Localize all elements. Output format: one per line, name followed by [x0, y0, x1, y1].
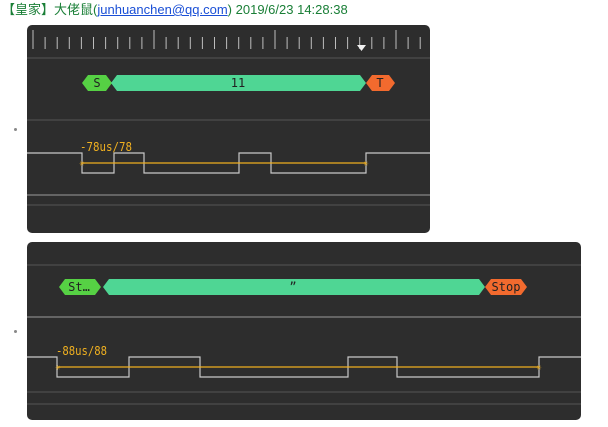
message-header: 【皇家】大佬鼠(junhuanchen@qq.com) 2019/6/23 14… — [2, 2, 348, 17]
frame-start-label: S — [93, 76, 100, 90]
cursor-start-mark: ✳ — [79, 159, 85, 169]
frame-data-value: ” — [289, 280, 296, 294]
frame-stop-label: T — [376, 76, 383, 90]
timing-measurement-label: -88us/88 — [56, 344, 107, 358]
frame-start-label: St… — [68, 280, 90, 294]
trigger-marker-icon — [357, 45, 366, 51]
cursor-start-mark: ✳ — [55, 363, 61, 373]
timing-measurement-label: -78us/78 — [80, 140, 132, 154]
capture-1-canvas: S 11 T ✳ ✳ -78us/78 — [27, 30, 430, 206]
logic-capture-1: S 11 T ✳ ✳ -78us/78 — [27, 25, 430, 233]
group-tag: 【皇家】 — [2, 2, 55, 17]
logic-capture-2: St… ” Stop ✳ ✳ -88us/88 — [27, 242, 581, 420]
author-email-link[interactable]: junhuanchen@qq.com — [97, 2, 227, 17]
frame-stop-label: Stop — [492, 280, 521, 294]
list-bullet — [14, 330, 17, 333]
author-name: 大佬鼠 — [54, 2, 94, 17]
cursor-end-mark: ✳ — [536, 363, 542, 373]
frame-data-value: 11 — [231, 76, 245, 90]
cursor-end-mark: ✳ — [363, 159, 369, 169]
capture-2-canvas: St… ” Stop ✳ ✳ -88us/88 — [27, 264, 581, 405]
list-bullet — [14, 128, 17, 131]
message-timestamp: 2019/6/23 14:28:38 — [235, 2, 348, 17]
